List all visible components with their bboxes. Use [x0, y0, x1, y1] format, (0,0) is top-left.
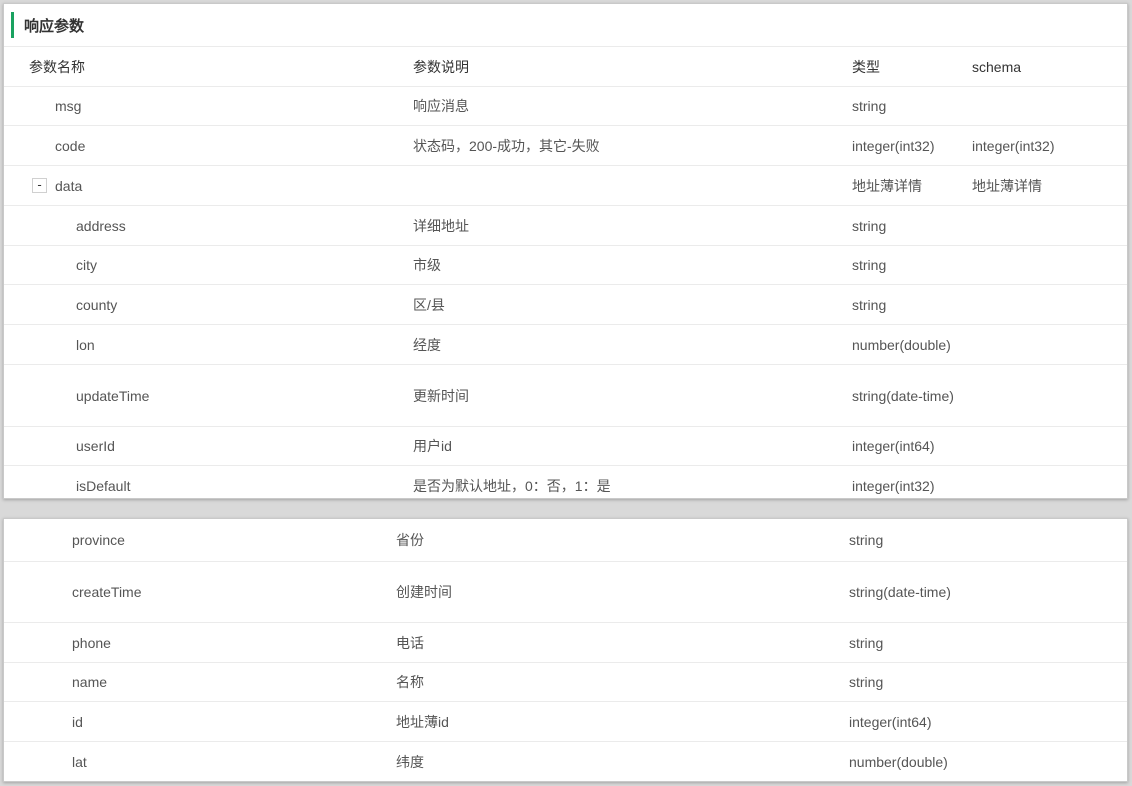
param-name: province — [72, 532, 125, 548]
param-description: 地址薄id — [396, 713, 449, 730]
accent-bar — [11, 12, 14, 38]
header-type: 类型 — [852, 58, 880, 75]
param-type: string — [852, 98, 887, 114]
param-description: 纬度 — [396, 753, 424, 770]
table-row: province 省份 string — [4, 519, 1127, 562]
table-row: id 地址薄id integer(int64) — [4, 702, 1127, 742]
param-type: string — [849, 634, 884, 651]
header-schema: schema — [972, 58, 1022, 75]
collapse-toggle[interactable]: - — [32, 177, 47, 193]
header-description: 参数说明 — [413, 58, 469, 75]
param-name: city — [76, 257, 97, 273]
param-name: id — [72, 713, 83, 730]
param-type: string — [852, 257, 887, 273]
param-name: lat — [72, 753, 87, 770]
param-description: 更新时间 — [413, 387, 469, 404]
param-type: number(double) — [852, 336, 951, 353]
table-row-data: - data 地址薄详情 地址薄详情 — [4, 166, 1127, 206]
table-row: name 名称 string — [4, 663, 1127, 702]
param-description: 省份 — [396, 532, 424, 548]
param-type: 地址薄详情 — [852, 177, 922, 194]
param-name: createTime — [72, 584, 142, 600]
param-name: county — [76, 296, 118, 313]
table-row: lon 经度 number(double) — [4, 325, 1127, 365]
table-row: address 详细地址 string — [4, 206, 1127, 246]
param-schema: 地址薄详情 — [972, 177, 1042, 194]
param-description: 用户id — [413, 438, 452, 454]
param-type: integer(int32) — [852, 478, 935, 494]
param-name: data — [55, 177, 83, 194]
param-description: 经度 — [413, 336, 441, 353]
table-row: city 市级 string — [4, 246, 1127, 285]
param-description: 响应消息 — [413, 98, 469, 114]
table-header-row: 参数名称 参数说明 类型 schema — [4, 47, 1127, 87]
param-description: 详细地址 — [413, 217, 469, 234]
header-name: 参数名称 — [29, 58, 85, 75]
param-type: string — [852, 296, 887, 313]
param-type: integer(int64) — [849, 713, 932, 730]
param-description: 名称 — [396, 674, 424, 690]
param-name: code — [55, 137, 86, 154]
param-name: msg — [55, 98, 82, 114]
table-row: isDefault 是否为默认地址，0：否，1：是 integer(int32) — [4, 466, 1127, 498]
param-type: string(date-time) — [852, 387, 954, 404]
param-name: address — [76, 217, 126, 234]
table-row: msg 响应消息 string — [4, 87, 1127, 126]
param-description: 区/县 — [413, 296, 445, 313]
param-description: 创建时间 — [396, 584, 452, 600]
table-row: updateTime 更新时间 string(date-time) — [4, 365, 1127, 427]
param-name: lon — [76, 336, 95, 353]
param-description: 是否为默认地址，0：否，1：是 — [413, 478, 611, 494]
section-title: 响应参数 — [24, 17, 85, 35]
param-name: phone — [72, 634, 111, 651]
response-params-panel-continued: province 省份 string createTime 创建时间 strin… — [3, 518, 1128, 782]
table-row: createTime 创建时间 string(date-time) — [4, 562, 1127, 623]
table-row: userId 用户id integer(int64) — [4, 427, 1127, 466]
param-name: isDefault — [76, 478, 131, 494]
param-description: 市级 — [413, 257, 441, 273]
param-type: number(double) — [849, 753, 948, 770]
table-row: code 状态码，200-成功，其它-失败 integer(int32) int… — [4, 126, 1127, 166]
param-type: integer(int64) — [852, 438, 935, 454]
table-row: county 区/县 string — [4, 285, 1127, 325]
param-type: integer(int32) — [852, 137, 935, 154]
param-name: userId — [76, 438, 115, 454]
param-description: 状态码，200-成功，其它-失败 — [413, 137, 600, 154]
param-type: string — [852, 217, 887, 234]
table-row: phone 电话 string — [4, 623, 1127, 663]
param-type: string — [849, 532, 884, 548]
param-type: string(date-time) — [849, 584, 951, 600]
response-params-panel: 响应参数 参数名称 参数说明 类型 schema msg 响应消息 string… — [3, 3, 1128, 499]
param-type: string — [849, 674, 884, 690]
param-description: 电话 — [396, 634, 424, 651]
param-name: updateTime — [76, 387, 150, 404]
param-name: name — [72, 674, 108, 690]
table-row: lat 纬度 number(double) — [4, 742, 1127, 781]
param-schema: integer(int32) — [972, 137, 1055, 154]
section-header: 响应参数 — [4, 4, 1127, 47]
